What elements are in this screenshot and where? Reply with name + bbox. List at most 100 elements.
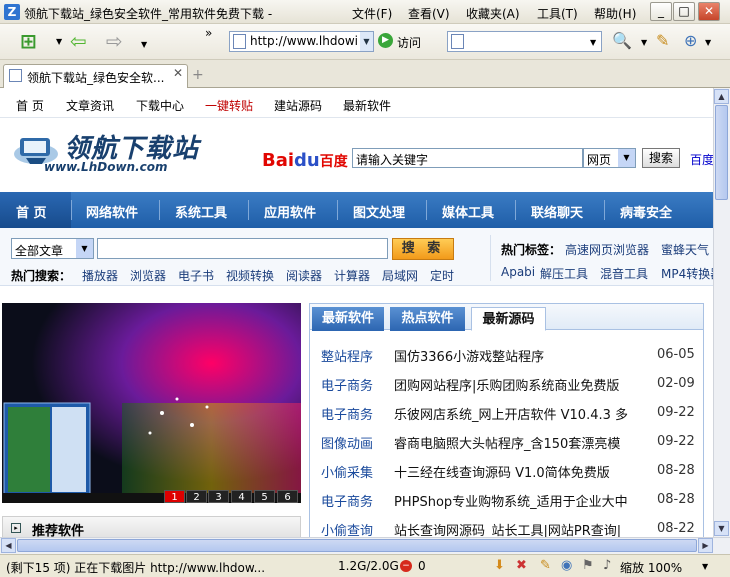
vertical-scroll-thumb[interactable] xyxy=(715,105,728,200)
row-category[interactable]: 整站程序 xyxy=(321,346,373,365)
hot-tag[interactable]: Apabi xyxy=(501,265,535,279)
scroll-down-icon[interactable]: ▼ xyxy=(714,521,729,536)
page-zoom-icon[interactable]: ⊕ xyxy=(684,31,697,51)
search-dropdown-icon[interactable]: ▼ xyxy=(590,38,596,47)
hot-search-term[interactable]: 局域网 xyxy=(382,267,418,284)
search-icon[interactable]: 🔍 xyxy=(612,31,632,51)
row-category[interactable]: 电子商务 xyxy=(321,491,373,510)
new-tab-icon[interactable]: + xyxy=(192,67,204,83)
nav-apps[interactable]: 应用软件 xyxy=(264,202,316,221)
hot-tag[interactable]: 高速网页浏览器 xyxy=(565,241,649,258)
tab-latest-software[interactable]: 最新软件 xyxy=(312,307,384,331)
hot-search-term[interactable]: 阅读器 xyxy=(286,267,322,284)
go-arrow-icon[interactable]: ▶ xyxy=(378,33,393,48)
scroll-up-icon[interactable]: ▲ xyxy=(714,89,729,104)
baidu-search-input[interactable]: 请输入关键字 xyxy=(352,148,583,168)
menu-view[interactable]: 查看(V) xyxy=(408,5,450,22)
hot-tag[interactable]: 解压工具 xyxy=(540,265,588,282)
chevron-down-icon[interactable]: ▼ xyxy=(76,239,93,258)
chevron-down-icon[interactable]: ▼ xyxy=(141,40,147,49)
menu-file[interactable]: 文件(F) xyxy=(352,5,392,22)
hot-tag[interactable]: MP4转换器 xyxy=(661,265,713,282)
slideshow-image[interactable] xyxy=(2,303,301,503)
toolbar-search-input[interactable] xyxy=(447,31,602,52)
slide-page-1[interactable]: 1 xyxy=(164,490,185,503)
nav-network[interactable]: 网络软件 xyxy=(86,202,138,221)
keyword-input[interactable] xyxy=(97,238,388,259)
address-dropdown-icon[interactable]: ▼ xyxy=(360,32,373,51)
zoom-level[interactable]: 缩放 100% xyxy=(620,559,682,576)
row-category[interactable]: 小偷采集 xyxy=(321,462,373,481)
row-title[interactable]: 睿商电脑照大头帖程序_含150套漂亮模 xyxy=(394,433,646,452)
tab-label[interactable]: 领航下载站_绿色安全软... xyxy=(27,69,167,86)
row-category[interactable]: 图像动画 xyxy=(321,433,373,452)
minimize-icon[interactable]: _ xyxy=(650,2,672,21)
chevron-down-icon[interactable]: ▼ xyxy=(705,38,711,47)
address-text[interactable]: http://www.lhdowi xyxy=(250,34,358,48)
toplink-repost[interactable]: 一键转贴 xyxy=(205,97,253,114)
close-tab-icon[interactable]: ✕ xyxy=(173,66,183,80)
row-title[interactable]: 站长查询网源码_站长工具|网站PR查询| xyxy=(394,520,646,537)
notes-icon[interactable]: ✎ xyxy=(540,558,551,573)
row-title[interactable]: 乐彼网店系统_网上开店软件 V10.4.3 多 xyxy=(394,404,646,423)
hot-search-term[interactable]: 定时 xyxy=(430,267,454,284)
back-arrow-icon[interactable]: ⇦ xyxy=(70,31,87,51)
nav-graphics[interactable]: 图文处理 xyxy=(353,202,405,221)
chevron-down-icon[interactable]: ▼ xyxy=(618,149,635,167)
maximize-icon[interactable]: □ xyxy=(673,2,695,21)
baidu-link[interactable]: 百度 xyxy=(690,151,713,168)
row-category[interactable]: 电子商务 xyxy=(321,375,373,394)
row-category[interactable]: 电子商务 xyxy=(321,404,373,423)
menu-help[interactable]: 帮助(H) xyxy=(594,5,636,22)
hot-search-term[interactable]: 播放器 xyxy=(82,267,118,284)
slide-page-2[interactable]: 2 xyxy=(186,490,207,503)
hot-search-term[interactable]: 计算器 xyxy=(334,267,370,284)
close-window-icon[interactable]: ✕ xyxy=(698,2,720,21)
nav-home[interactable]: 首 页 xyxy=(16,202,47,221)
chevron-down-icon[interactable]: ▼ xyxy=(641,38,647,47)
slide-page-6[interactable]: 6 xyxy=(277,490,298,503)
row-title[interactable]: 团购网站程序|乐购团购系统商业免费版 xyxy=(394,375,646,394)
hot-tag[interactable]: 蜜蜂天气 xyxy=(661,241,709,258)
scroll-right-icon[interactable]: ▶ xyxy=(698,538,713,553)
nav-security[interactable]: 病毒安全 xyxy=(620,202,672,221)
row-title[interactable]: PHPShop专业购物系统_适用于企业大中 xyxy=(394,491,646,510)
scroll-left-icon[interactable]: ◀ xyxy=(1,538,16,553)
article-search-button[interactable]: 搜 索 xyxy=(392,238,454,260)
zoom-dropdown-icon[interactable]: ▼ xyxy=(702,562,708,571)
pin-icon[interactable]: ⚑ xyxy=(582,558,594,573)
hot-tag[interactable]: 混音工具 xyxy=(600,265,648,282)
slide-page-4[interactable]: 4 xyxy=(231,490,252,503)
menu-favorites[interactable]: 收藏夹(A) xyxy=(466,5,520,22)
row-title[interactable]: 国仿3366小游戏整站程序 xyxy=(394,346,646,365)
menu-tools[interactable]: 工具(T) xyxy=(537,5,578,22)
nav-media[interactable]: 媒体工具 xyxy=(442,202,494,221)
toplink-articles[interactable]: 文章资讯 xyxy=(66,97,114,114)
blocked-icon[interactable]: − xyxy=(400,560,412,572)
popup-block-icon[interactable]: ✖ xyxy=(516,558,527,573)
expand-icon[interactable]: ▸ xyxy=(11,523,21,533)
chevron-down-icon[interactable]: ▼ xyxy=(56,37,62,46)
slide-page-5[interactable]: 5 xyxy=(254,490,275,503)
hot-search-term[interactable]: 电子书 xyxy=(178,267,214,284)
toplink-latest[interactable]: 最新软件 xyxy=(343,97,391,114)
toplink-downloads[interactable]: 下载中心 xyxy=(136,97,184,114)
tab-hot-software[interactable]: 热点软件 xyxy=(390,307,465,331)
globe-icon[interactable]: ◉ xyxy=(561,558,572,573)
forward-arrow-icon[interactable]: ⇨ xyxy=(106,31,123,51)
slide-page-3[interactable]: 3 xyxy=(208,490,229,503)
tab-latest-source[interactable]: 最新源码 xyxy=(471,307,546,331)
search-engine-icon[interactable] xyxy=(451,34,464,49)
more-chevron-icon[interactable]: » xyxy=(205,26,212,40)
download-icon[interactable]: ⬇ xyxy=(494,558,505,573)
hot-search-term[interactable]: 视频转换 xyxy=(226,267,274,284)
nav-chat[interactable]: 联络聊天 xyxy=(531,202,583,221)
row-title[interactable]: 十三经在线查询源码 V1.0简体免费版 xyxy=(394,462,646,481)
highlight-pen-icon[interactable]: ✎ xyxy=(656,31,669,51)
baidu-search-button[interactable]: 搜索 xyxy=(642,148,680,168)
go-button[interactable]: 访问 xyxy=(397,34,421,51)
speaker-icon[interactable]: ♪ xyxy=(603,558,611,573)
horizontal-scroll-thumb[interactable] xyxy=(17,539,697,552)
row-category[interactable]: 小偷查询 xyxy=(321,520,373,537)
new-page-icon[interactable]: ⊞ xyxy=(20,31,37,51)
